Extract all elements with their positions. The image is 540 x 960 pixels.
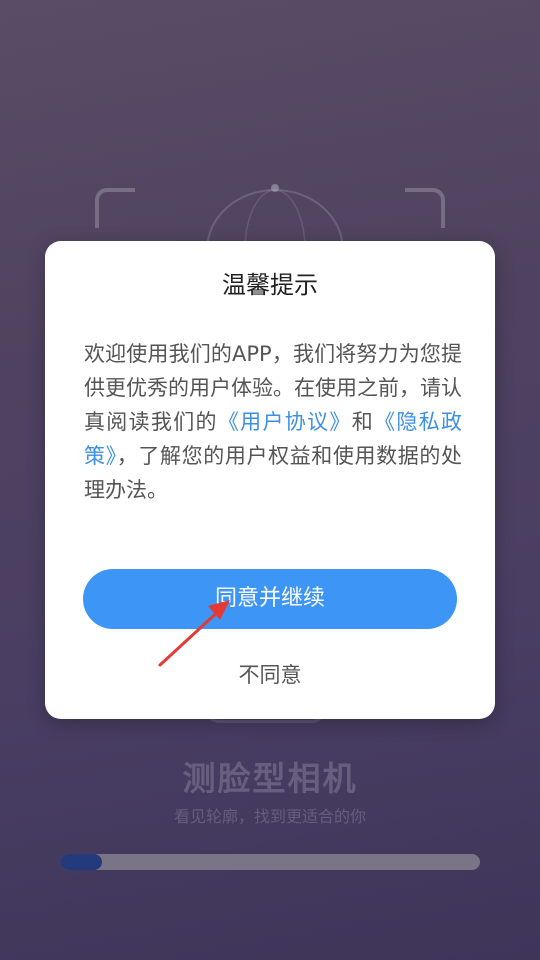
loading-progress-fill — [60, 854, 102, 870]
annotation-arrow-icon — [158, 600, 230, 667]
dialog-body-text-2: 和 — [351, 410, 375, 434]
dialog-title: 温馨提示 — [222, 271, 318, 299]
dialog-body-text-3: ，了解您的用户权益和使用数据的处理办法。 — [84, 444, 463, 502]
dialog-body: 欢迎使用我们的APP，我们将努力为您提供更优秀的用户体验。在使用之前，请认真阅读… — [84, 337, 462, 507]
loading-progress-bar — [60, 854, 480, 870]
app-subtitle: 看见轮廓，找到更适合的你 — [173, 807, 366, 826]
app-title: 测脸型相机 — [182, 759, 358, 798]
user-agreement-link[interactable]: 《用户协议》 — [218, 410, 352, 434]
frame-corner-top-left — [95, 188, 135, 228]
frame-corner-top-right — [405, 188, 445, 228]
privacy-dialog: 温馨提示 欢迎使用我们的APP，我们将努力为您提供更优秀的用户体验。在使用之前，… — [45, 241, 495, 719]
agree-continue-button[interactable]: 同意并继续 — [83, 569, 457, 629]
